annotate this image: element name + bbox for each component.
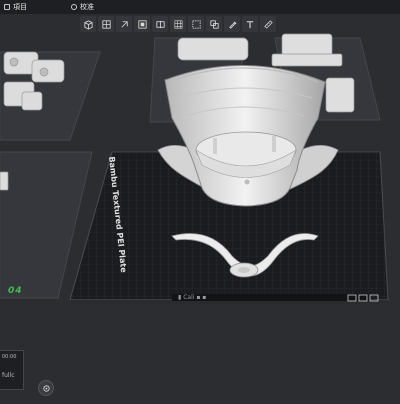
split-button[interactable] xyxy=(152,16,168,32)
ruler-icon xyxy=(263,19,273,29)
assembly-icon xyxy=(209,19,219,29)
tab-project[interactable]: 項目 xyxy=(0,2,31,12)
top-menu-bar: 項目 校准 xyxy=(0,0,400,14)
paint-icon xyxy=(228,20,236,29)
box-select-button[interactable] xyxy=(188,16,204,32)
viewport-toolbar xyxy=(80,16,276,34)
calibrate-icon xyxy=(71,4,77,10)
model-top-center[interactable] xyxy=(177,37,249,61)
paint-button[interactable] xyxy=(224,16,240,32)
measure-button[interactable] xyxy=(260,16,276,32)
3d-viewport[interactable] xyxy=(0,0,400,400)
tab-project-label: 項目 xyxy=(13,3,27,11)
tab-calibration[interactable]: 校准 xyxy=(67,2,98,12)
pattern-icon xyxy=(174,20,182,28)
cube-icon xyxy=(83,19,93,30)
object-list-panel[interactable]: 00:00 fullc xyxy=(0,350,24,390)
panel-line-2: fullc xyxy=(2,372,15,379)
orient-icon xyxy=(120,20,128,28)
orient-button[interactable] xyxy=(116,16,132,32)
panel-line-1: 00:00 xyxy=(2,354,17,360)
tab-calibration-label: 校准 xyxy=(80,3,94,11)
grid-icon xyxy=(101,19,111,29)
text-tool-button[interactable] xyxy=(242,16,258,32)
camera-view-icon xyxy=(42,384,50,392)
camera-view-button[interactable] xyxy=(38,380,54,396)
plate-number-left: 04 xyxy=(8,286,23,296)
plate-status-text: ▮ Cali ▪ ▪ xyxy=(178,294,207,301)
arrange-button[interactable] xyxy=(98,16,114,32)
layout-button[interactable] xyxy=(134,16,150,32)
model-left-edge[interactable] xyxy=(0,171,9,191)
layout-icon xyxy=(137,19,147,29)
pattern-button[interactable] xyxy=(170,16,186,32)
scene-canvas[interactable] xyxy=(0,0,400,400)
split-icon xyxy=(155,20,165,28)
text-icon xyxy=(246,20,253,28)
assembly-button[interactable] xyxy=(206,16,222,32)
box-select-icon xyxy=(191,19,201,29)
folder-icon xyxy=(4,4,10,10)
add-cube-button[interactable] xyxy=(80,16,96,32)
